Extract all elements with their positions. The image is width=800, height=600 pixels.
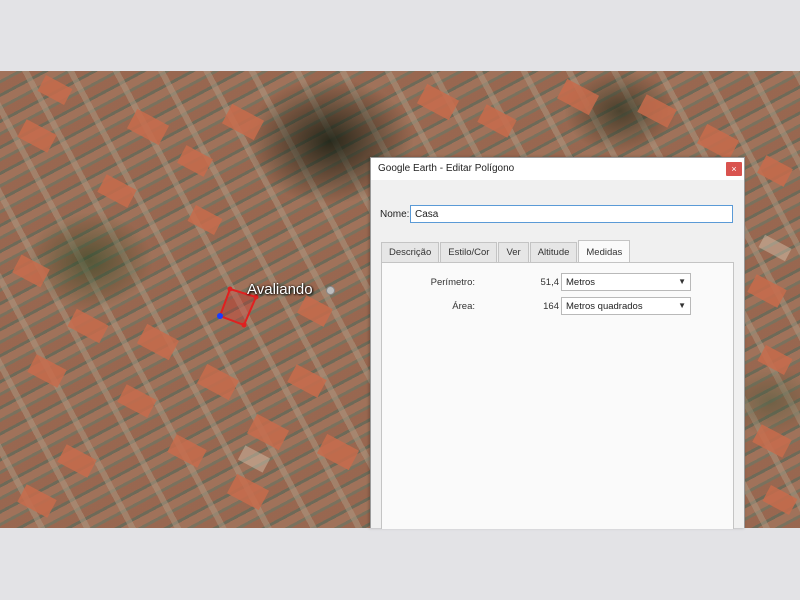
- placemark-label: Avaliando: [247, 281, 313, 298]
- placemark-pin-icon[interactable]: [326, 286, 335, 295]
- top-letterbox: [0, 0, 800, 71]
- area-value: 164: [543, 301, 559, 312]
- area-row: Área: 164 Metros quadrados ▼: [382, 297, 735, 315]
- perimeter-value: 51,4: [540, 277, 560, 288]
- area-unit-select[interactable]: Metros quadrados ▼: [561, 297, 691, 315]
- dialog-titlebar[interactable]: Google Earth - Editar Polígono ×: [371, 158, 744, 180]
- perimeter-row: Perímetro: 51,4 Metros ▼: [382, 273, 735, 291]
- tab-medidas[interactable]: Medidas: [578, 240, 631, 262]
- tab-bar: Descrição Estilo/Cor Ver Altitude Medida…: [381, 240, 631, 262]
- name-input[interactable]: [410, 205, 733, 223]
- tab-ver[interactable]: Ver: [498, 242, 529, 262]
- area-label: Área:: [452, 301, 475, 312]
- measurements-panel: Perímetro: 51,4 Metros ▼ Área: 164 Metro…: [381, 262, 734, 529]
- chevron-down-icon: ▼: [678, 301, 686, 310]
- tab-estilo-cor[interactable]: Estilo/Cor: [440, 242, 498, 262]
- close-button[interactable]: ×: [726, 162, 742, 176]
- perimeter-label: Perímetro:: [430, 277, 475, 288]
- bottom-letterbox: [0, 528, 800, 600]
- polygon-vertex-active[interactable]: [217, 313, 223, 319]
- polygon-vertex[interactable]: [241, 322, 247, 328]
- area-unit-value: Metros quadrados: [566, 301, 643, 312]
- tab-altitude[interactable]: Altitude: [529, 242, 578, 262]
- chevron-down-icon: ▼: [678, 277, 686, 286]
- close-icon: ×: [731, 164, 737, 174]
- polygon-vertex[interactable]: [227, 286, 233, 292]
- name-label: Nome:: [380, 209, 410, 220]
- tab-descricao[interactable]: Descrição: [381, 242, 440, 262]
- edit-polygon-dialog: Google Earth - Editar Polígono × Nome: D…: [370, 157, 745, 529]
- dialog-title: Google Earth - Editar Polígono: [378, 163, 515, 174]
- perimeter-unit-select[interactable]: Metros ▼: [561, 273, 691, 291]
- perimeter-unit-value: Metros: [566, 277, 596, 288]
